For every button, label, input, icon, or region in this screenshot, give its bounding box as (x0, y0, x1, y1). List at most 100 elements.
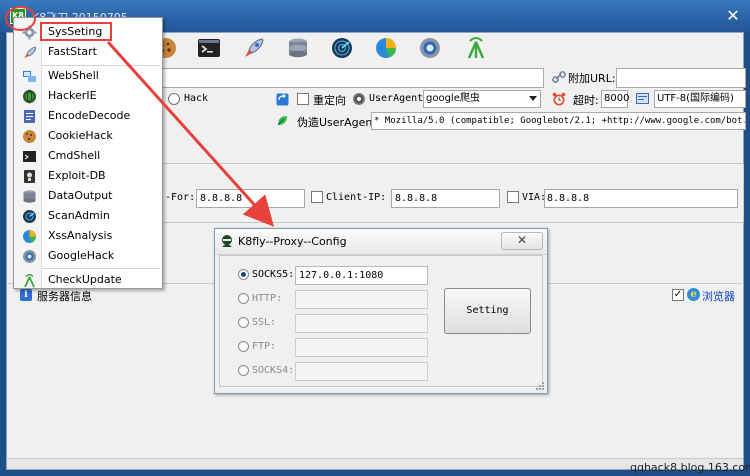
menu-item-hackerie[interactable]: HackerIE (14, 86, 162, 106)
browser-checkbox[interactable]: ✓ (672, 289, 684, 301)
terminal-icon (198, 39, 220, 57)
useragent-select[interactable]: google爬虫 (423, 90, 541, 108)
redirect-icon (276, 93, 289, 106)
toolbar-dataoutput-button[interactable] (283, 34, 313, 62)
ninja-icon (222, 235, 232, 247)
globe-icon (23, 89, 36, 104)
radar-icon (332, 38, 352, 58)
dialog-title-bar: K8fly--Proxy--Config ✕ (215, 229, 547, 255)
chevron-down-icon (529, 96, 537, 101)
useragent-icon (353, 93, 365, 105)
menu-item-googlehack[interactable]: GoogleHack (14, 246, 162, 266)
toolbar-cmdshell-button[interactable] (194, 34, 224, 62)
redirect-checkbox[interactable] (297, 93, 309, 105)
ring-icon (420, 38, 440, 58)
x-forwarded-for-input[interactable]: 8.8.8.8 (196, 189, 305, 208)
menu-item-label: XssAnalysis (48, 229, 113, 242)
info-icon: i (20, 289, 32, 301)
highlight-box-annotation (40, 22, 112, 41)
resize-grip-icon[interactable] (533, 379, 545, 391)
via-checkbox[interactable] (507, 191, 519, 203)
menu-item-xssanalysis[interactable]: XssAnalysis (14, 226, 162, 246)
pie-chart-icon (376, 38, 396, 58)
network-icon (23, 71, 36, 82)
proxy-config-dialog: K8fly--Proxy--Config ✕ SOCKS5: 127.0.0.1… (214, 228, 548, 394)
dialog-close-button[interactable]: ✕ (501, 232, 543, 250)
menu-item-scanadmin[interactable]: ScanAdmin (14, 206, 162, 226)
toolbar-faststart-button[interactable] (239, 34, 269, 62)
socks5-radio[interactable] (238, 269, 249, 280)
ftp-label: FTP: (252, 341, 277, 352)
browser-link[interactable]: 浏览器 (702, 288, 735, 304)
redirect-label: 重定向 (313, 94, 346, 107)
menu-item-label: CmdShell (48, 149, 101, 162)
menu-item-dataoutput[interactable]: DataOutput (14, 186, 162, 206)
toolbar-googlehack-button[interactable] (415, 34, 445, 62)
menu-item-label: WebShell (48, 69, 99, 82)
ring-icon (23, 250, 36, 263)
highlight-circle-annotation (5, 6, 36, 31)
watermark-text: qqhack8.blog.163.com (630, 461, 750, 474)
menu-separator (42, 268, 160, 269)
menu-item-label: ScanAdmin (48, 209, 110, 222)
ssl-label: SSL: (252, 317, 277, 328)
cookie-icon (23, 130, 36, 143)
fake-useragent-label: 伪造UserAgent: (297, 116, 381, 129)
socks4-radio[interactable] (238, 365, 249, 376)
rocket-icon (24, 46, 37, 58)
ftp-radio[interactable] (238, 341, 249, 352)
http-label: HTTP: (252, 293, 283, 304)
signal-tower-icon (467, 37, 485, 59)
menu-item-label: Exploit-DB (48, 169, 106, 182)
menu-item-label: EncodeDecode (48, 109, 131, 122)
menu-item-checkupdate[interactable]: CheckUpdate (14, 270, 162, 290)
hack-label: Hack (184, 93, 209, 104)
terminal-icon (23, 151, 36, 162)
timeout-label: 超时: (573, 94, 599, 107)
ssl-radio[interactable] (238, 317, 249, 328)
pie-chart-icon (23, 230, 37, 243)
http-input[interactable] (295, 290, 428, 309)
timeout-input[interactable]: 8000 (601, 90, 629, 108)
encoding-icon (636, 93, 649, 104)
menu-item-exploit-db[interactable]: Exploit-DB (14, 166, 162, 186)
menu-item-cmdshell[interactable]: CmdShell (14, 146, 162, 166)
menu-item-cookiehack[interactable]: CookieHack (14, 126, 162, 146)
ftp-input[interactable] (295, 338, 428, 357)
via-label: VIA: (522, 192, 547, 203)
ssl-input[interactable] (295, 314, 428, 333)
alarm-clock-icon (552, 92, 566, 106)
menu-item-webshell[interactable]: WebShell (14, 66, 162, 86)
toolbar-xssanalysis-button[interactable] (371, 34, 401, 62)
menu-item-label: HackerIE (48, 89, 97, 102)
menu-item-label: CookieHack (48, 129, 113, 142)
client-ip-input[interactable]: 8.8.8.8 (391, 189, 500, 208)
referer-url-input[interactable] (616, 68, 746, 88)
link-icon (552, 71, 566, 83)
encoding-select[interactable]: UTF-8(国际编码) (654, 90, 746, 108)
ie-browser-icon: e (687, 288, 700, 301)
client-ip-checkbox[interactable] (311, 191, 323, 203)
socks4-input[interactable] (295, 362, 428, 381)
proxy-group-box: SOCKS5: 127.0.0.1:1080 HTTP: SSL: FTP: S… (219, 255, 543, 387)
socks5-label: SOCKS5: (252, 269, 295, 280)
toolbar-scanadmin-button[interactable] (327, 34, 357, 62)
http-radio[interactable] (238, 293, 249, 304)
menu-item-encodedecode[interactable]: EncodeDecode (14, 106, 162, 126)
referer-url-label: 附加URL: (568, 72, 616, 85)
useragent-selected-value: google爬虫 (426, 93, 480, 104)
setting-button[interactable]: Setting (444, 288, 531, 334)
url-input[interactable] (158, 68, 544, 88)
socks5-input[interactable]: 127.0.0.1:1080 (295, 266, 428, 285)
window-close-button[interactable]: ✕ (722, 6, 744, 26)
menu-item-label: CheckUpdate (48, 273, 122, 286)
toolbar-checkupdate-button[interactable] (461, 34, 491, 62)
hack-radio[interactable] (168, 93, 180, 105)
client-ip-label: Client-IP: (326, 192, 387, 203)
menu-item-faststart[interactable]: FastStart (14, 42, 162, 62)
via-input[interactable]: 8.8.8.8 (544, 189, 738, 208)
app-dropdown-menu: SysSeting FastStart WebShell HackerIE En… (13, 17, 163, 289)
server-info-label: 服务器信息 (37, 290, 92, 303)
fake-useragent-input[interactable]: * Mozilla/5.0 (compatible; Googlebot/2.1… (371, 112, 746, 130)
menu-item-label: DataOutput (48, 189, 113, 202)
